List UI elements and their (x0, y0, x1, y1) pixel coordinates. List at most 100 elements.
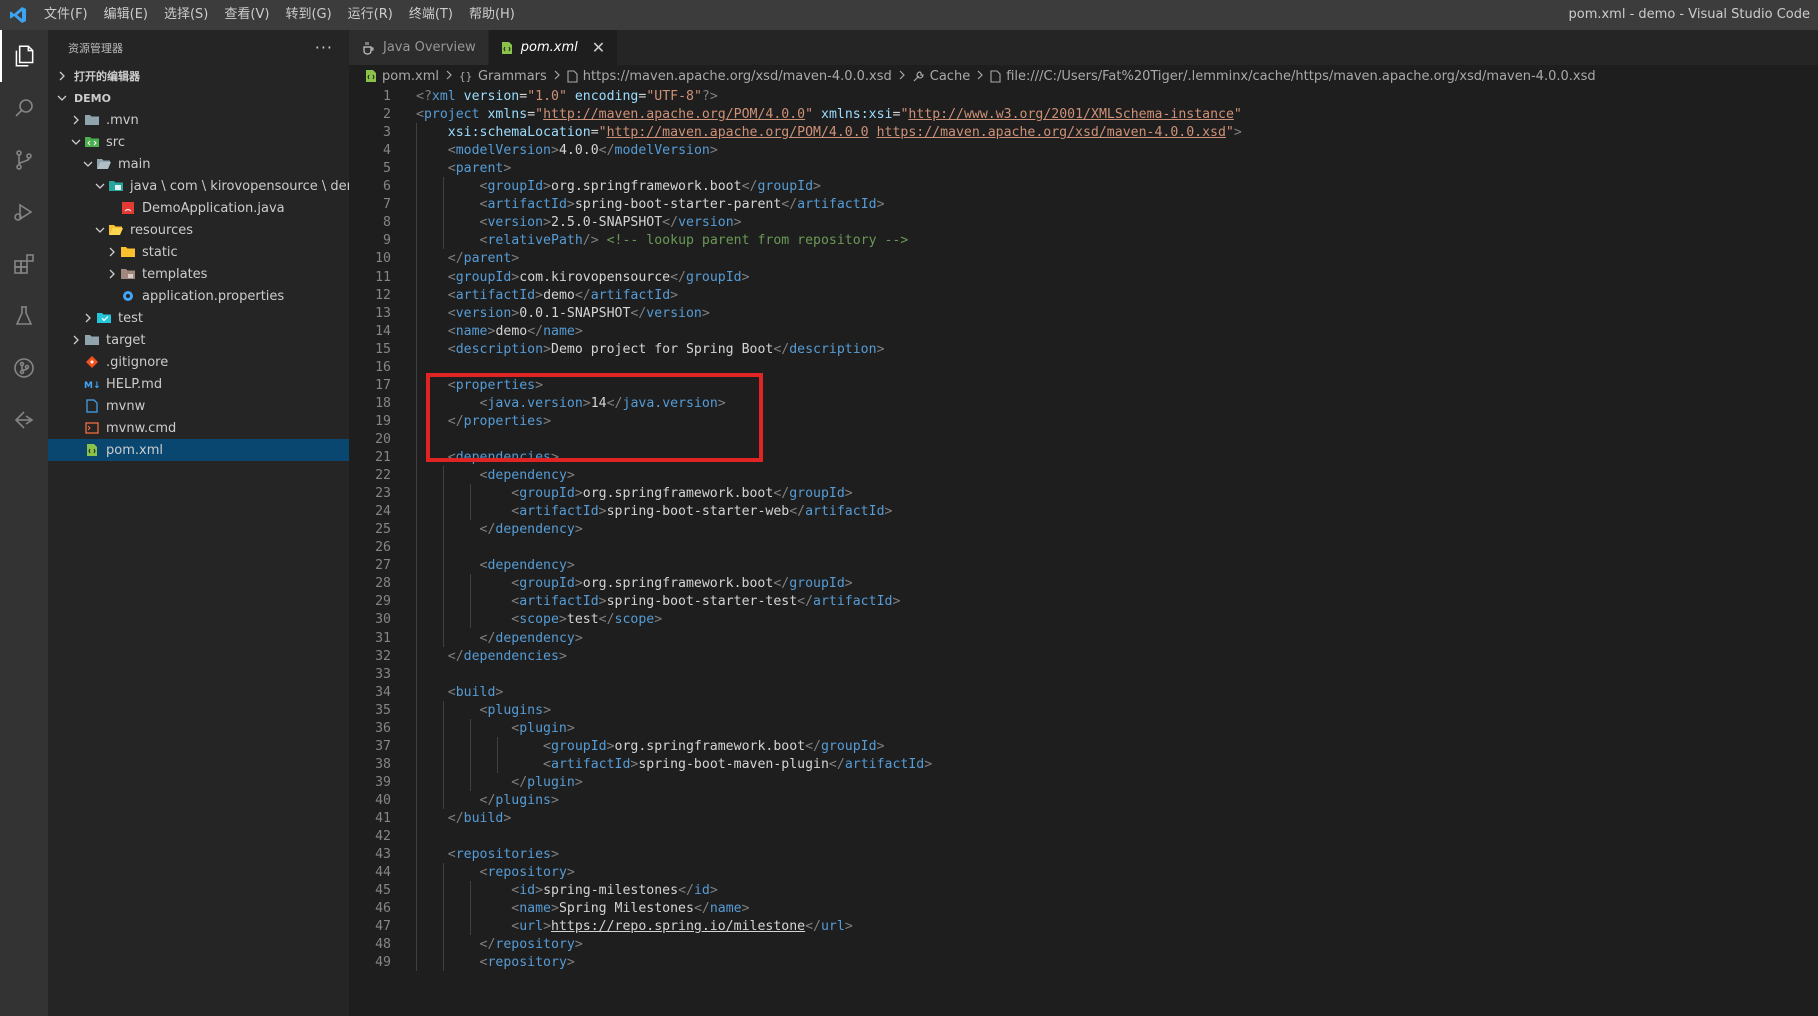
source-control-icon[interactable] (0, 134, 48, 186)
tree-item[interactable]: DemoApplication.java (48, 197, 349, 219)
token: < (447, 305, 456, 321)
line-number: 28 (375, 576, 391, 592)
tree-item[interactable]: application.properties (48, 285, 349, 307)
token: > (892, 594, 901, 610)
file-icon (990, 69, 1001, 83)
window-title: pom.xml - demo - Visual Studio Code (1568, 7, 1810, 22)
breadcrumb: pom.xml {} Grammars https://maven.apache.or… (349, 65, 1818, 87)
token[interactable]: http://maven.apache.org/POM/4.0.0 (607, 125, 869, 140)
menu-item[interactable]: 查看(V) (216, 0, 277, 30)
workspace-section[interactable]: DEMO (48, 87, 349, 109)
line-number: 4 (383, 143, 391, 159)
token: = (590, 125, 599, 141)
token: < (416, 107, 424, 123)
menu-item[interactable]: 运行(R) (340, 0, 401, 30)
line-content: <plugin> (416, 719, 575, 738)
token: > (924, 756, 933, 772)
tab-pom-xml[interactable]: pom.xml ✕ (488, 30, 619, 65)
token: "1.0" (527, 89, 567, 104)
menu-item[interactable]: 帮助(H) (461, 0, 523, 30)
token: repository (495, 937, 575, 953)
menu-item[interactable]: 转到(G) (277, 0, 339, 30)
tree-item[interactable]: mvnw.cmd (48, 417, 349, 439)
testing-icon[interactable] (0, 290, 48, 342)
tree-item[interactable]: .mvn (48, 109, 349, 131)
breadcrumb-item[interactable]: {} Grammars (459, 69, 547, 84)
token[interactable]: http://maven.apache.org/POM/4.0.0 (543, 107, 805, 122)
vscode-logo-icon[interactable] (0, 0, 36, 30)
tree-item[interactable]: .gitignore (48, 351, 349, 373)
tree-item[interactable]: resources (48, 219, 349, 241)
token: groupId (789, 486, 845, 502)
token: " (1233, 107, 1242, 123)
line-number: 41 (375, 811, 391, 826)
tree-item[interactable]: static (48, 241, 349, 263)
tree-item[interactable]: test (48, 307, 349, 329)
tree-item[interactable]: target (48, 329, 349, 351)
token: spring-boot-starter-parent (574, 197, 782, 213)
extensions-icon[interactable] (0, 238, 48, 290)
token[interactable]: http://www.w3.org/2001/XMLSchema-instanc… (908, 107, 1234, 122)
tab-label: Java Overview (383, 40, 476, 55)
token: plugin (519, 720, 567, 736)
token: version (678, 215, 734, 231)
tree-item[interactable]: templates (48, 263, 349, 285)
code-line: 23 <groupId>org.springframework.boot</gr… (349, 484, 1818, 503)
open-editors-section[interactable]: 打开的编辑器 (48, 65, 349, 87)
search-icon[interactable] (0, 82, 48, 134)
breadcrumb-item[interactable]: file:///C:/Users/Fat%20Tiger/.lemminx/ca… (990, 68, 1596, 84)
menu-item[interactable]: 编辑(E) (96, 0, 156, 30)
line-number: 49 (375, 955, 391, 971)
breadcrumb-label: file:///C:/Users/Fat%20Tiger/.lemminx/ca… (1006, 68, 1596, 84)
run-debug-icon[interactable] (0, 186, 48, 238)
token: > (558, 612, 567, 628)
line-content: <plugins> (416, 701, 551, 720)
code-line: 38 <artifactId>spring-boot-maven-plugin<… (349, 755, 1818, 774)
breadcrumb-item[interactable]: pom.xml (365, 69, 439, 84)
close-icon[interactable]: ✕ (592, 38, 605, 57)
menu-item[interactable]: 文件(F) (36, 0, 96, 30)
indent-guide (443, 177, 444, 250)
tree-item[interactable]: java \ com \ kirovopensource \ demo (48, 175, 349, 197)
token[interactable]: https://maven.apache.org/xsd/maven-4.0.0… (877, 125, 1226, 140)
line-number: 32 (375, 648, 391, 664)
token: id (693, 883, 710, 899)
explorer-icon[interactable] (0, 30, 48, 82)
token: demo (495, 323, 528, 339)
breadcrumb-item[interactable]: https://maven.apache.org/xsd/maven-4.0.0… (567, 69, 892, 84)
chevron-down-icon (80, 153, 96, 175)
menu-item[interactable]: 选择(S) (156, 0, 216, 30)
tree-item[interactable]: main (48, 153, 349, 175)
breadcrumb-label: pom.xml (382, 68, 439, 84)
more-actions-icon[interactable]: ··· (315, 38, 333, 57)
token: </ (447, 648, 464, 664)
git-graph-icon[interactable] (0, 342, 48, 394)
line-number: 35 (375, 702, 391, 718)
token: spring-boot-starter-test (606, 594, 798, 610)
menu-item[interactable]: 终端(T) (401, 0, 461, 30)
token: groupId (757, 179, 814, 195)
code-editor[interactable]: 1 <?xml version="1.0" encoding="UTF-8"?> 2… (349, 87, 1818, 1016)
remote-explorer-icon[interactable] (0, 394, 48, 446)
tree-item[interactable]: pom.xml (48, 439, 349, 461)
line-number: 14 (375, 323, 391, 339)
tab-java-overview[interactable]: Java Overview (349, 30, 489, 65)
token: > (844, 486, 853, 502)
token: </ (773, 486, 790, 502)
token[interactable]: https://repo.spring.io/milestone (551, 919, 805, 934)
code-line: 45 <id>spring-milestones</id> (349, 881, 1818, 900)
line-content: <artifactId>demo</artifactId> (416, 286, 678, 305)
tree-item[interactable]: mvnw (48, 395, 349, 417)
breadcrumb-item[interactable]: Cache (912, 69, 970, 84)
tree-item[interactable]: M↓ HELP.md (48, 373, 349, 395)
tree-item-label: static (142, 244, 178, 260)
token: "UTF-8" (646, 89, 702, 104)
tree-item[interactable]: src (48, 131, 349, 153)
token: groupId (686, 269, 742, 285)
